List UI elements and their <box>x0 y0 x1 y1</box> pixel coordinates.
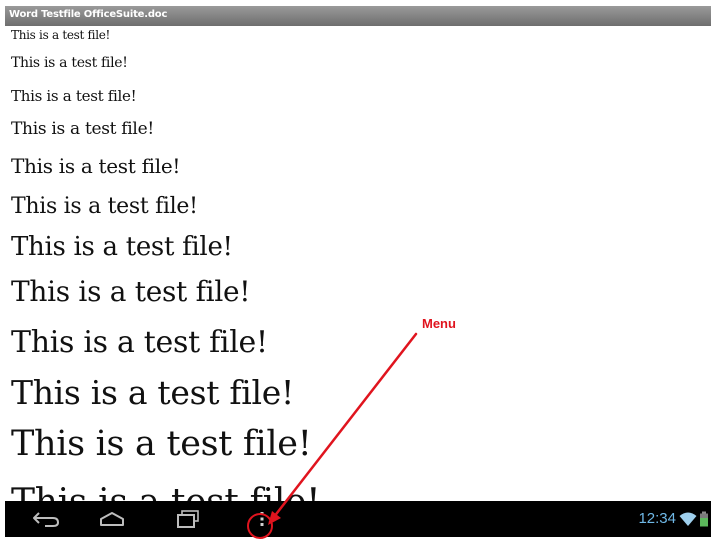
document-line: This is a test file! <box>11 194 198 219</box>
document-line: This is a test file! <box>11 119 154 139</box>
document-line: This is a test file! <box>11 232 233 262</box>
document-line: This is a test file! <box>11 325 268 360</box>
tablet-screen: Word Testfile OfficeSuite.doc This is a … <box>5 6 711 537</box>
battery-icon <box>700 511 708 527</box>
document-line: This is a test file! <box>11 424 312 464</box>
status-area[interactable]: 12:34 <box>638 501 709 537</box>
document-line: This is a test file! <box>11 28 111 42</box>
back-button[interactable] <box>23 503 69 535</box>
menu-button[interactable] <box>239 503 285 535</box>
home-button[interactable] <box>89 503 135 535</box>
document-line: This is a test file! <box>11 55 128 71</box>
menu-icon <box>260 512 264 526</box>
document-title: Word Testfile OfficeSuite.doc <box>9 9 168 20</box>
document-line: This is a test file! <box>11 275 251 308</box>
document-view[interactable]: This is a test file! This is a test file… <box>5 26 711 501</box>
document-line: This is a test file! <box>11 87 137 105</box>
recent-apps-button[interactable] <box>164 503 210 535</box>
screenshot-frame: Word Testfile OfficeSuite.doc This is a … <box>0 0 720 543</box>
clock: 12:34 <box>638 510 676 527</box>
document-line: This is a test file! <box>11 154 181 178</box>
back-icon <box>33 512 60 527</box>
home-icon <box>100 512 124 526</box>
title-bar: Word Testfile OfficeSuite.doc <box>5 6 711 26</box>
document-line: This is a test file! <box>11 373 294 412</box>
document-line: This is a test file! <box>11 485 321 502</box>
system-navigation-bar: 12:34 <box>5 501 711 537</box>
menu-annotation-label: Menu <box>422 316 456 331</box>
recent-apps-icon <box>177 510 199 528</box>
wifi-icon <box>679 512 697 526</box>
